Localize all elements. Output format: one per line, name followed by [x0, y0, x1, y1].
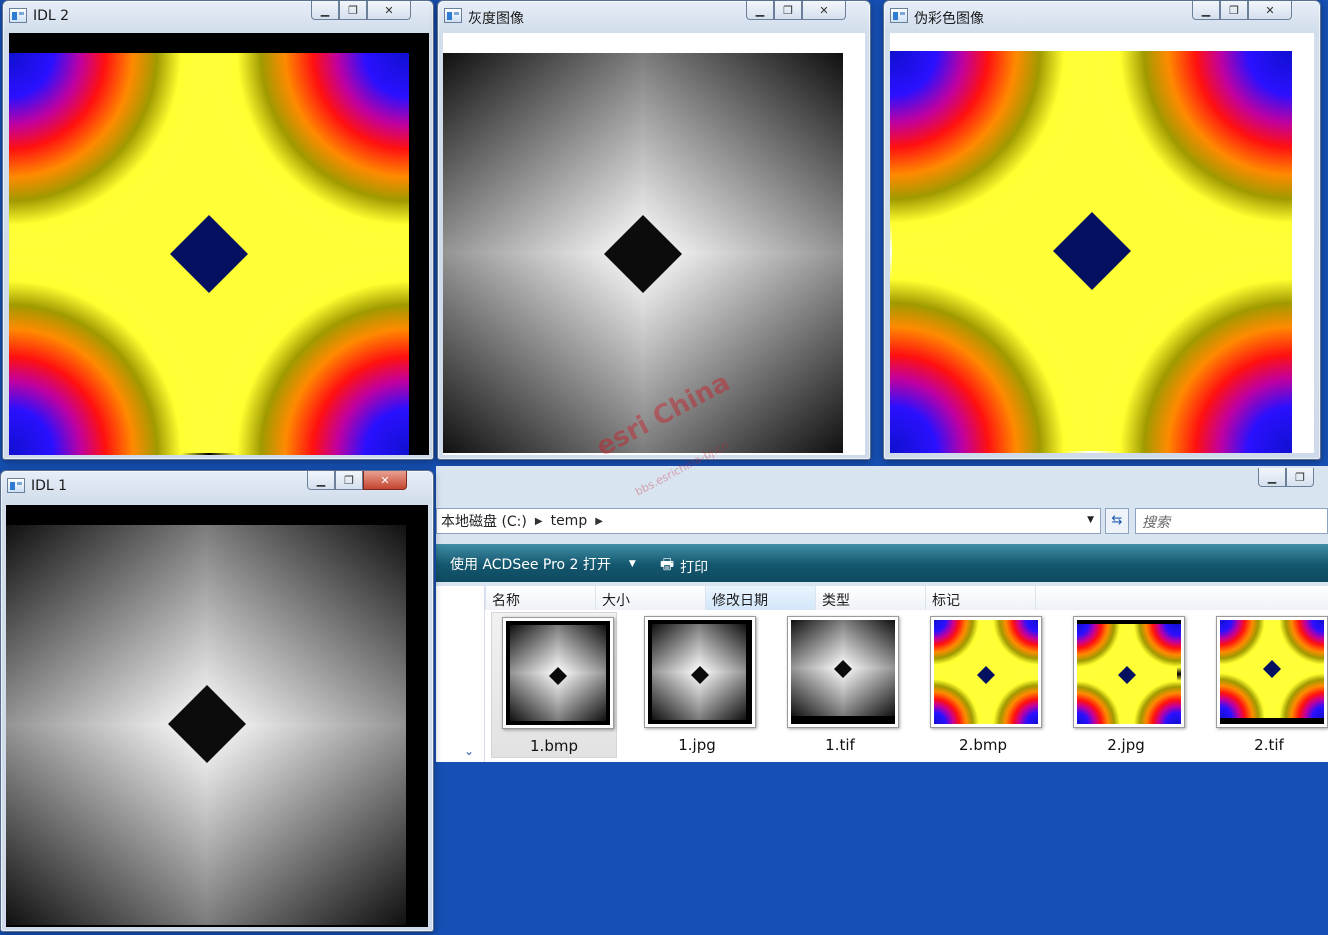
window-title: 伪彩色图像 [914, 11, 984, 27]
minimize-button[interactable]: ▁ [1258, 468, 1286, 487]
window-app-icon [9, 8, 27, 23]
maximize-button[interactable]: ❐ [339, 1, 367, 20]
caption-buttons: ▁ ❐ ✕ [1192, 1, 1292, 21]
explorer-window: ▁ ❐ 本地磁盘 (C:) ▶ temp ▶ ▼ ⇆ 搜索 使用 ACDSee … [436, 466, 1328, 762]
close-icon: ✕ [819, 3, 829, 17]
caption-buttons: ▁ ❐ ✕ [307, 471, 407, 491]
file-item[interactable]: 1.jpg [634, 612, 760, 758]
idl2-window: IDL 2 ▁ ❐ ✕ [2, 0, 434, 460]
window-app-icon [444, 8, 462, 23]
column-headers: 名称 大小 修改日期 类型 标记 [486, 586, 1328, 611]
file-item[interactable]: 1.tif [777, 612, 903, 758]
column-tags[interactable]: 标记 [926, 586, 1036, 610]
maximize-button[interactable]: ❐ [335, 471, 363, 490]
file-thumbnail [787, 616, 899, 728]
search-input[interactable]: 搜索 [1135, 508, 1328, 534]
maximize-icon: ❐ [1229, 3, 1239, 17]
maximize-button[interactable]: ❐ [1220, 1, 1248, 20]
image-canvas [6, 505, 428, 927]
file-name: 2.tif [1254, 736, 1284, 754]
pseudocolor-window: 伪彩色图像 ▁ ❐ ✕ [883, 0, 1321, 460]
close-icon: ✕ [380, 473, 390, 487]
file-item[interactable]: 2.bmp [920, 612, 1046, 758]
idl1-window: IDL 1 ▁ ❐ ✕ [0, 470, 434, 932]
maximize-button[interactable]: ❐ [774, 1, 802, 20]
grayscale-window: 灰度图像 ▁ ❐ ✕ [437, 0, 871, 460]
open-with-button[interactable]: 使用 ACDSee Pro 2 打开 ▼ [436, 554, 636, 574]
breadcrumb-drive[interactable]: 本地磁盘 (C:) [441, 511, 527, 531]
minimize-icon: ▁ [1267, 470, 1277, 484]
open-with-label: 使用 ACDSee Pro 2 打开 [450, 557, 611, 573]
image-canvas [890, 33, 1314, 453]
grayscale-image [6, 525, 406, 925]
chevron-down-icon[interactable]: ▼ [629, 559, 636, 569]
maximize-icon: ❐ [783, 3, 793, 17]
file-thumbnail [1073, 616, 1185, 728]
image-canvas [443, 33, 865, 455]
maximize-button[interactable]: ❐ [1286, 468, 1314, 487]
pseudocolor-image [890, 33, 1314, 453]
breadcrumb-chevron-icon[interactable]: ▶ [535, 516, 543, 527]
address-dropdown-icon[interactable]: ▼ [1087, 515, 1094, 525]
file-item[interactable]: 2.jpg [1063, 612, 1189, 758]
file-thumbnail [502, 617, 614, 729]
refresh-icon: ⇆ [1111, 513, 1123, 528]
column-size[interactable]: 大小 [596, 586, 706, 610]
file-thumbnail [930, 616, 1042, 728]
window-title: IDL 2 [33, 8, 70, 24]
grayscale-image [443, 53, 843, 453]
file-name: 2.bmp [959, 736, 1007, 754]
close-button[interactable]: ✕ [367, 1, 411, 20]
file-name: 2.jpg [1107, 736, 1145, 754]
column-type[interactable]: 类型 [816, 586, 926, 610]
print-button[interactable]: 🖶 打印 [660, 554, 708, 579]
minimize-button[interactable]: ▁ [311, 1, 339, 20]
minimize-icon: ▁ [320, 3, 330, 17]
window-title: IDL 1 [31, 478, 68, 494]
explorer-caption-buttons: ▁ ❐ [1258, 468, 1314, 488]
file-thumbnail [1216, 616, 1328, 728]
breadcrumb-chevron-icon[interactable]: ▶ [595, 516, 603, 527]
address-bar[interactable]: 本地磁盘 (C:) ▶ temp ▶ ▼ [436, 508, 1101, 534]
file-list: 1.bmp 1.jpg 1.tif 2.bmp 2.jpg 2.tif [485, 610, 1328, 762]
printer-icon: 🖶 [660, 555, 675, 573]
chevron-down-icon[interactable]: ⌄ [464, 744, 474, 758]
caption-buttons: ▁ ❐ ✕ [746, 1, 846, 21]
file-item[interactable]: 1.bmp [491, 612, 617, 758]
minimize-icon: ▁ [755, 3, 765, 17]
breadcrumb-folder[interactable]: temp [551, 513, 588, 529]
file-name: 1.tif [825, 736, 855, 754]
maximize-icon: ❐ [348, 3, 358, 17]
minimize-icon: ▁ [1201, 3, 1211, 17]
file-name: 1.bmp [530, 737, 578, 755]
window-app-icon [890, 8, 908, 23]
minimize-button[interactable]: ▁ [307, 471, 335, 490]
close-icon: ✕ [1265, 3, 1275, 17]
caption-buttons: ▁ ❐ ✕ [311, 1, 411, 21]
command-toolbar: 使用 ACDSee Pro 2 打开 ▼ 🖶 打印 [436, 544, 1328, 582]
window-app-icon [7, 478, 25, 493]
maximize-icon: ❐ [1295, 470, 1305, 484]
close-button[interactable]: ✕ [363, 471, 407, 490]
minimize-button[interactable]: ▁ [746, 1, 774, 20]
file-name: 1.jpg [678, 736, 716, 754]
close-button[interactable]: ✕ [1248, 1, 1292, 20]
refresh-button[interactable]: ⇆ [1105, 508, 1129, 534]
navigation-pane[interactable]: ⌄ [436, 586, 485, 762]
close-icon: ✕ [384, 3, 394, 17]
file-thumbnail [644, 616, 756, 728]
image-canvas [9, 33, 429, 455]
file-item[interactable]: 2.tif [1206, 612, 1328, 758]
column-name[interactable]: 名称 [486, 586, 596, 610]
minimize-button[interactable]: ▁ [1192, 1, 1220, 20]
print-label: 打印 [680, 559, 709, 576]
close-button[interactable]: ✕ [802, 1, 846, 20]
column-modified[interactable]: 修改日期 [706, 586, 816, 610]
window-title: 灰度图像 [468, 11, 524, 27]
pseudocolor-image [9, 33, 429, 455]
minimize-icon: ▁ [316, 473, 326, 487]
maximize-icon: ❐ [344, 473, 354, 487]
